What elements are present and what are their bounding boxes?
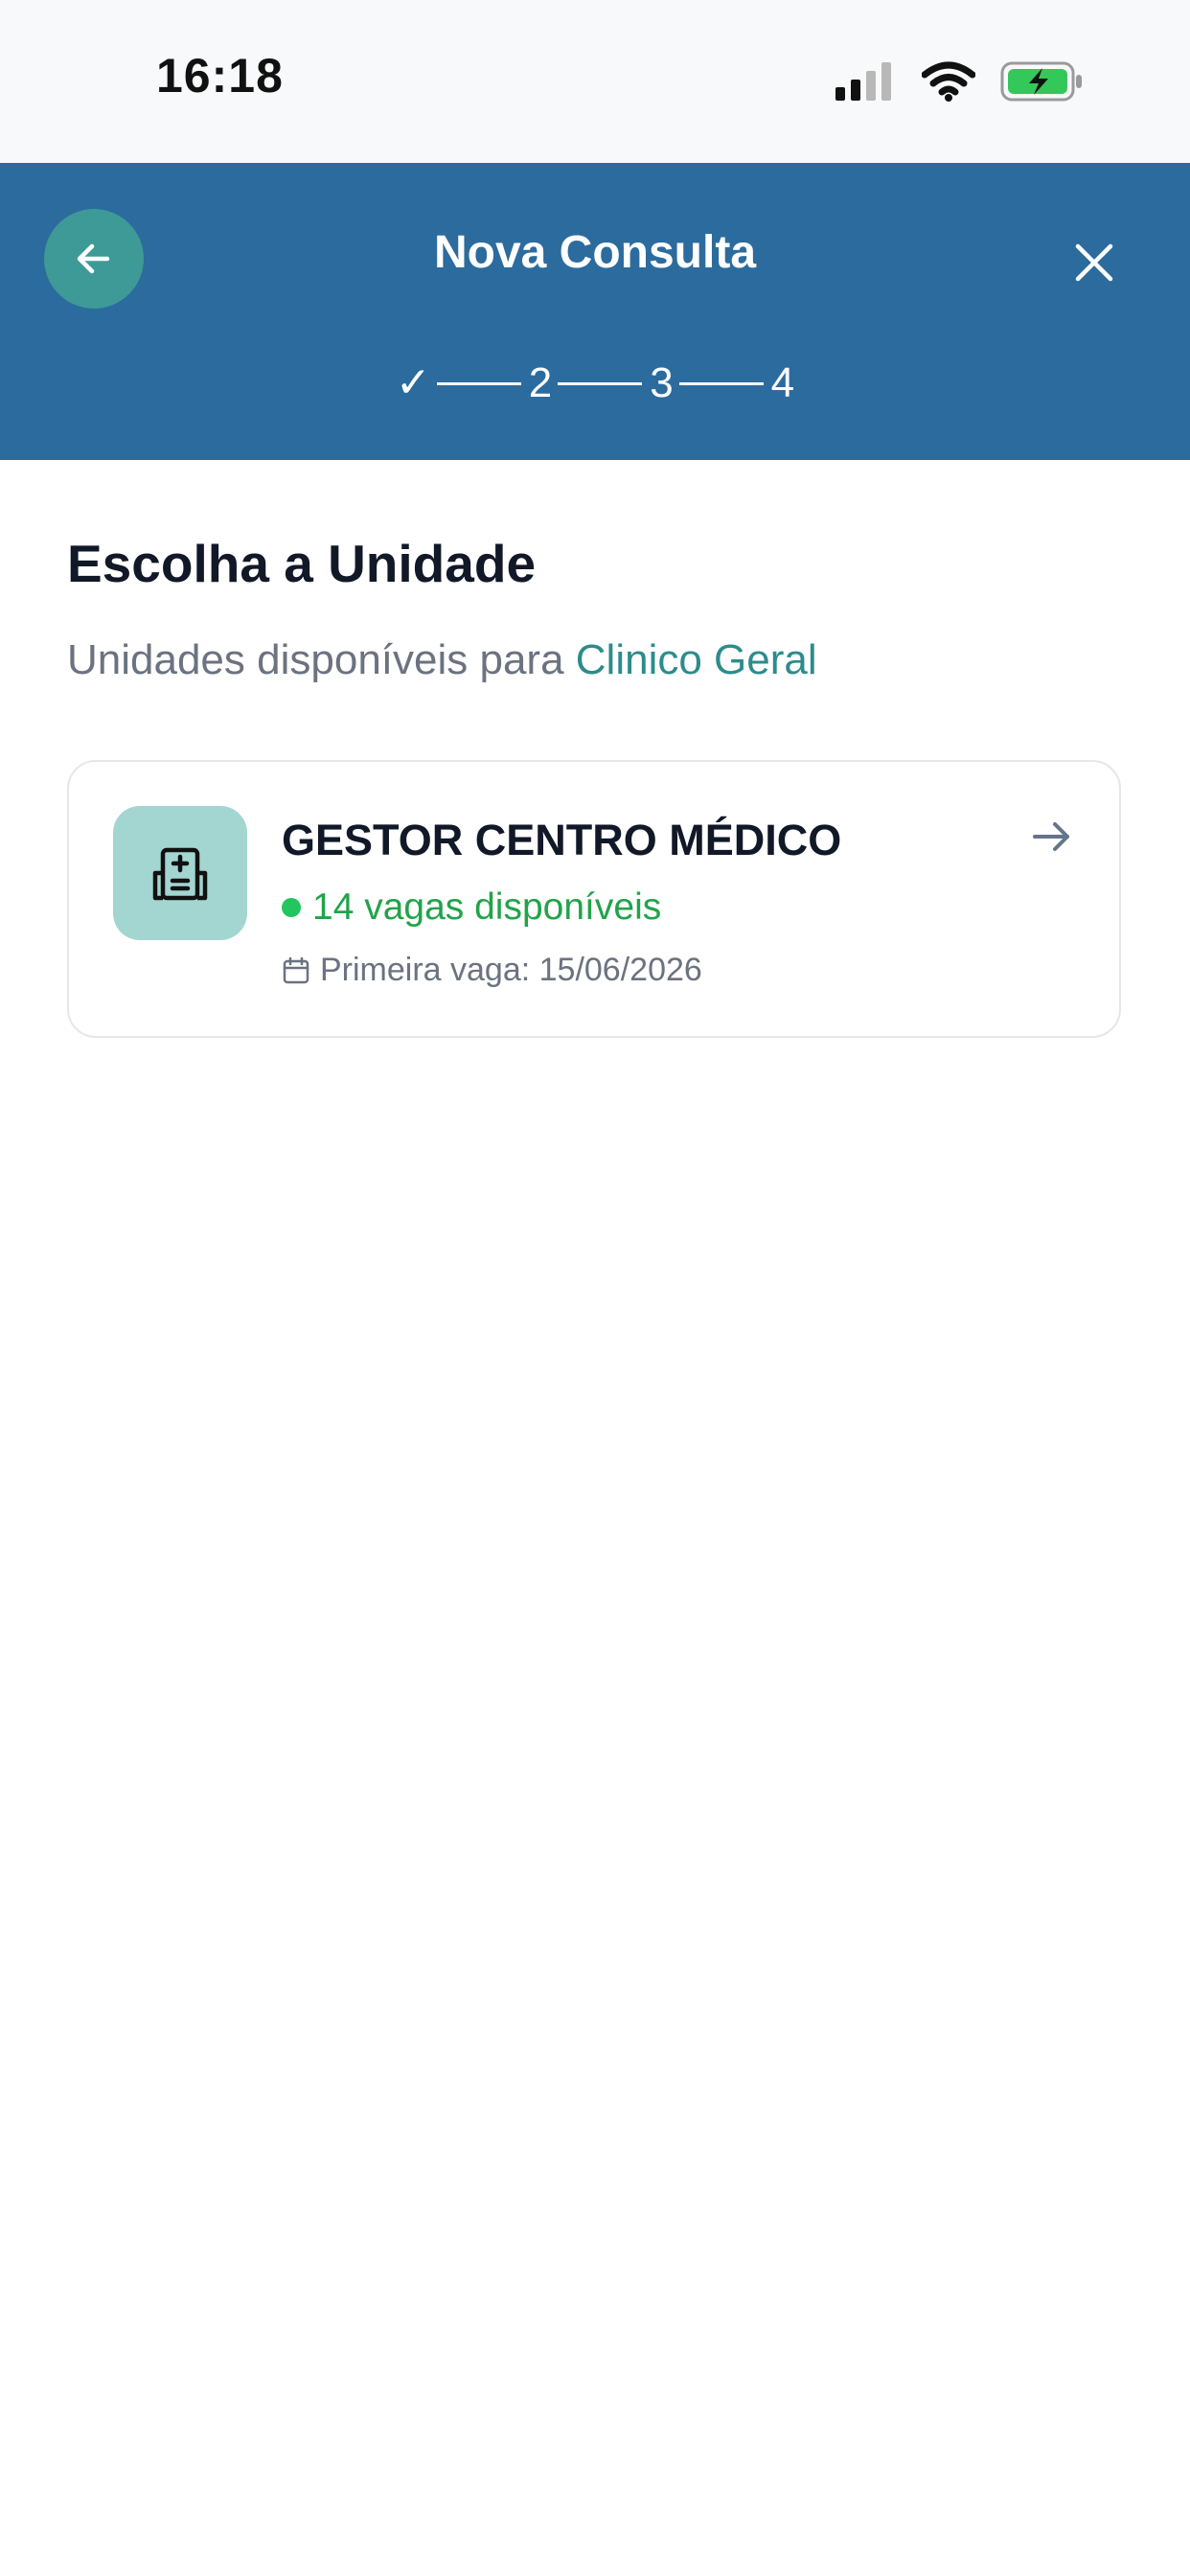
step-3: 3 <box>650 359 674 406</box>
status-icons <box>835 58 1085 105</box>
step-4: 4 <box>770 359 795 406</box>
arrow-right-icon[interactable] <box>1027 812 1077 862</box>
step-1-check: ✓ <box>395 359 431 406</box>
subtitle-prefix: Unidades disponíveis para <box>67 636 576 683</box>
cellular-signal-icon <box>835 62 891 101</box>
unit-icon-badge <box>113 806 247 940</box>
progress-stepper: ✓ 2 3 4 <box>0 355 1190 412</box>
available-slots: 14 vagas disponíveis <box>282 886 661 929</box>
first-slot-label: Primeira vaga: 15/06/2026 <box>320 952 702 988</box>
step-connector <box>436 381 521 385</box>
close-icon <box>1075 243 1113 282</box>
page-title: Nova Consulta <box>433 227 757 278</box>
availability-dot-icon <box>282 898 301 917</box>
specialty-name: Clinico Geral <box>575 636 817 683</box>
available-slots-label: 14 vagas disponíveis <box>312 886 662 928</box>
unit-card[interactable]: GESTOR CENTRO MÉDICO 14 vagas disponívei… <box>67 760 1121 1038</box>
step-2: 2 <box>528 359 553 406</box>
hospital-icon <box>152 847 208 901</box>
wifi-icon <box>922 61 975 102</box>
step-connector <box>558 381 643 385</box>
first-slot-date: Primeira vaga: 15/06/2026 <box>282 952 702 989</box>
status-time: 16:18 <box>156 49 284 103</box>
section-subtitle: Unidades disponíveis para Clinico Geral <box>67 636 817 684</box>
unit-name: GESTOR CENTRO MÉDICO <box>282 816 842 864</box>
section-title: Escolha a Unidade <box>67 534 537 593</box>
calendar-icon <box>283 956 309 983</box>
app-header: Nova Consulta ✓ 2 3 4 <box>0 163 1190 460</box>
step-connector <box>678 381 764 385</box>
close-button[interactable] <box>1062 230 1127 295</box>
status-bar: 16:18 <box>0 0 1190 163</box>
battery-charging-icon <box>1000 61 1082 102</box>
